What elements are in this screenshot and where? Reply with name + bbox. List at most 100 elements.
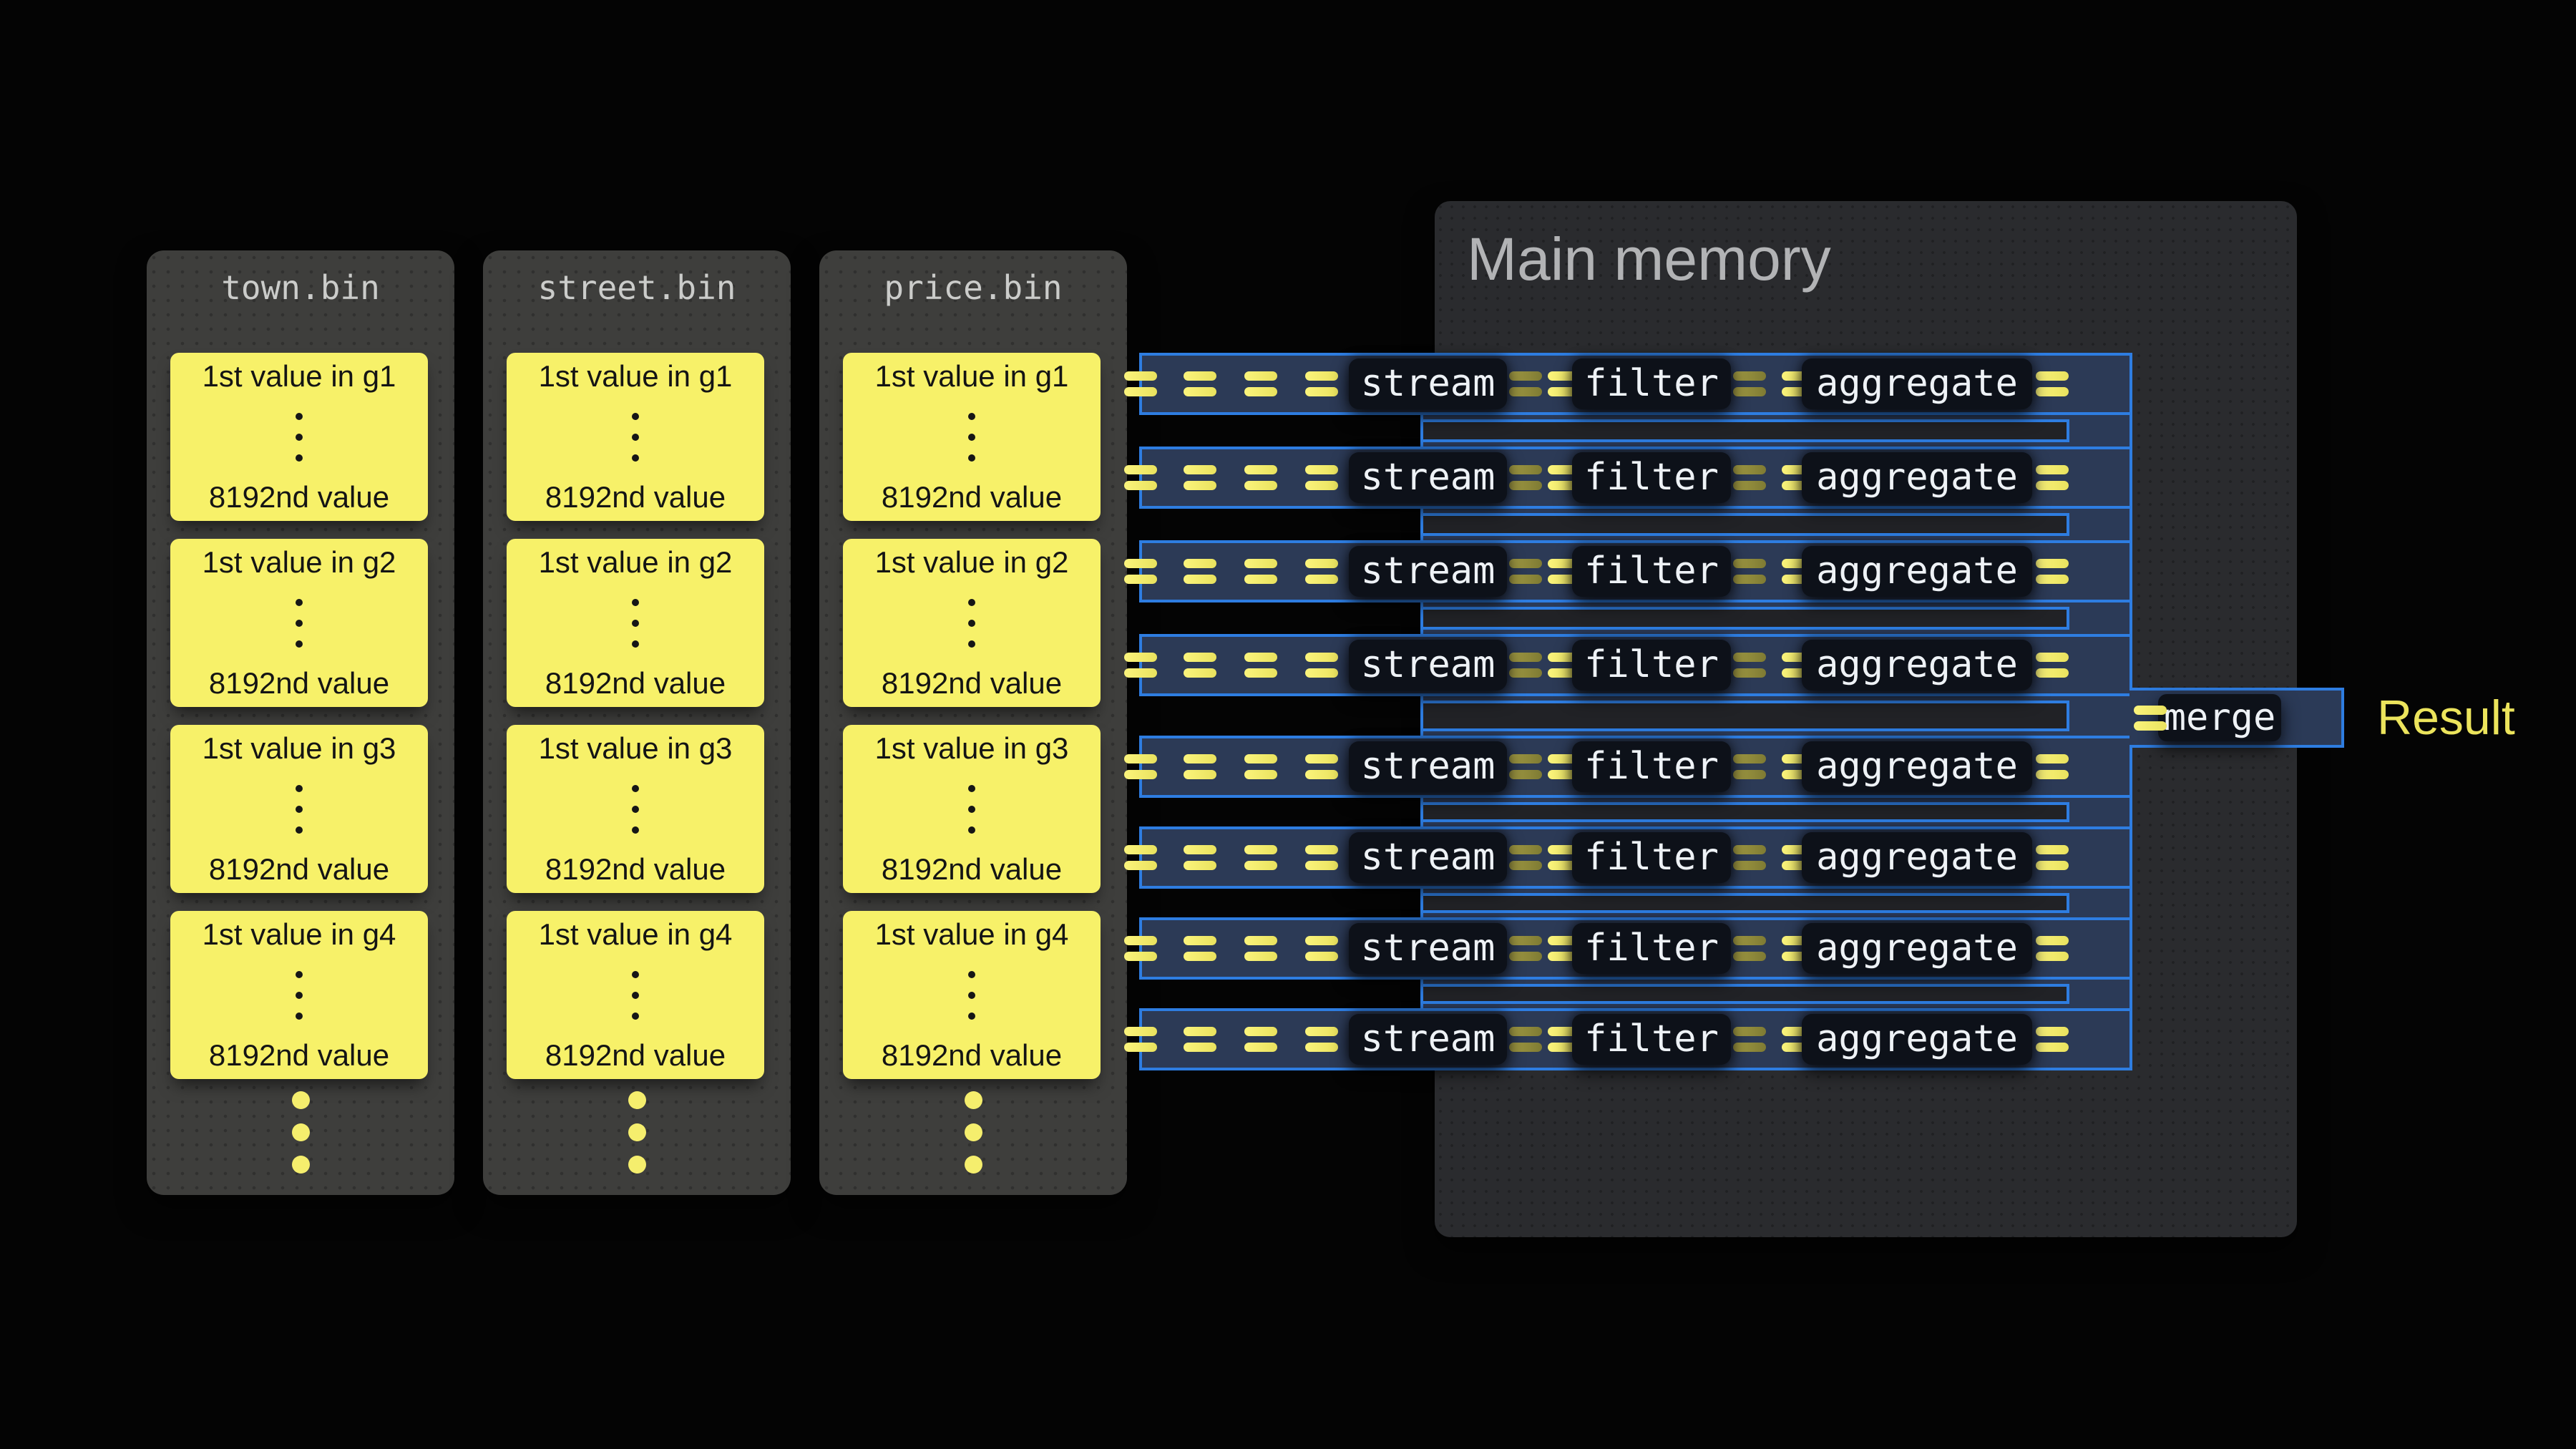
ellipsis-dots-icon — [968, 599, 975, 648]
equals-token-icon — [1184, 936, 1216, 961]
pipeline-band-4: streamfilteraggregate — [1139, 634, 2132, 696]
aggregate-chip: aggregate — [1802, 741, 2032, 792]
equals-token-icon — [1305, 845, 1338, 870]
file-panel-street-bin: street.bin1st value in g18192nd value1st… — [483, 250, 791, 1195]
stream-chip: stream — [1349, 640, 1507, 691]
equals-token-icon — [1733, 936, 1766, 961]
equals-token-icon — [1509, 1027, 1542, 1052]
equals-token-icon — [1124, 754, 1157, 779]
pipeline-band-7: streamfilteraggregate — [1139, 917, 2132, 980]
pipeline-band-6: streamfilteraggregate — [1139, 826, 2132, 889]
equals-token-icon — [2036, 845, 2069, 870]
equals-token-icon — [1184, 465, 1216, 490]
equals-token-icon — [1733, 653, 1766, 678]
equals-token-icon — [1509, 465, 1542, 490]
pipeline-gap-strip — [1420, 802, 2069, 822]
group-first-value: 1st value in g1 — [875, 360, 1069, 393]
equals-token-icon — [2036, 559, 2069, 584]
pipeline-band-2: streamfilteraggregate — [1139, 447, 2132, 509]
pipeline-gap-strip — [1420, 419, 2069, 442]
file-panel-price-bin: price.bin1st value in g18192nd value1st … — [819, 250, 1127, 1195]
group-first-value: 1st value in g1 — [539, 360, 733, 393]
file-name: town.bin — [147, 266, 454, 309]
equals-token-icon — [1244, 465, 1277, 490]
equals-token-icon — [1124, 845, 1157, 870]
equals-token-icon — [1305, 754, 1338, 779]
group-last-value: 8192nd value — [209, 667, 389, 700]
group-first-value: 1st value in g2 — [539, 546, 733, 579]
group-last-value: 8192nd value — [545, 1039, 726, 1072]
equals-token-icon — [1244, 653, 1277, 678]
diagram-canvas: Main memory stream filter aggregate stream f… — [0, 0, 2576, 1449]
equals-token-icon — [1509, 845, 1542, 870]
equals-token-icon — [2036, 936, 2069, 961]
equals-token-icon — [1733, 754, 1766, 779]
row-group-box: 1st value in g2 8192nd value — [170, 539, 428, 707]
equals-token-icon — [1305, 653, 1338, 678]
equals-token-icon — [1124, 1027, 1157, 1052]
stream-chip: stream — [1349, 741, 1507, 792]
filter-chip: filter — [1572, 640, 1731, 691]
equals-token-icon — [2036, 1027, 2069, 1052]
merge-band: merge — [2129, 688, 2344, 748]
stream-chip: stream — [1349, 546, 1507, 597]
filter-chip: filter — [1572, 1014, 1731, 1065]
group-last-value: 8192nd value — [209, 1039, 389, 1072]
equals-token-icon — [2036, 754, 2069, 779]
pipeline-gap-strip — [1420, 984, 2069, 1004]
row-group-box: 1st value in g28192nd value — [843, 539, 1101, 707]
equals-token-icon — [1509, 371, 1542, 396]
equals-token-icon — [1733, 371, 1766, 396]
filter-chip: filter — [1572, 546, 1731, 597]
file-panel-town-bin: town.bin1st value in g18192nd value1st v… — [147, 250, 454, 1195]
ellipsis-dots-icon — [968, 785, 975, 834]
group-first-value: 1st value in g4 — [203, 918, 396, 951]
group-first-value: 1st value in g3 — [875, 732, 1069, 765]
aggregate-chip: aggregate — [1802, 923, 2032, 974]
equals-token-icon — [1305, 465, 1338, 490]
equals-token-icon — [1124, 936, 1157, 961]
group-first-value: 1st value in g1 — [203, 360, 396, 393]
equals-token-icon — [1184, 653, 1216, 678]
equals-token-icon — [1244, 371, 1277, 396]
filter-chip: filter — [1572, 923, 1731, 974]
row-group-box: 1st value in g18192nd value — [507, 353, 764, 521]
file-name: street.bin — [483, 266, 791, 309]
filter-chip: filter — [1572, 832, 1731, 883]
row-group-box: 1st value in g18192nd value — [843, 353, 1101, 521]
equals-token-icon — [1733, 465, 1766, 490]
equals-token-icon — [1305, 936, 1338, 961]
group-first-value: 1st value in g2 — [203, 546, 396, 579]
group-first-value: 1st value in g3 — [203, 732, 396, 765]
equals-token-icon — [1184, 1027, 1216, 1052]
more-groups-dots-icon — [483, 1091, 791, 1174]
ellipsis-dots-icon — [296, 413, 303, 462]
equals-token-icon — [1244, 936, 1277, 961]
main-memory-title: Main memory — [1467, 227, 1831, 291]
row-group-box: 1st value in g48192nd value — [843, 911, 1101, 1079]
equals-token-icon — [2036, 465, 2069, 490]
stream-chip: stream — [1349, 832, 1507, 883]
filter-chip: filter — [1572, 741, 1731, 792]
equals-token-icon — [1509, 754, 1542, 779]
group-first-value: 1st value in g3 — [539, 732, 733, 765]
equals-token-icon — [1244, 754, 1277, 779]
pipeline-band-5: stream filter aggregate — [1139, 736, 2132, 798]
row-group-box: 1st value in g18192nd value — [170, 353, 428, 521]
equals-token-icon — [1305, 371, 1338, 396]
pipeline-gap-strip — [1420, 607, 2069, 630]
pipeline-band-1: streamfilteraggregate — [1139, 353, 2132, 415]
group-last-value: 8192nd value — [545, 667, 726, 700]
equals-token-icon — [1305, 1027, 1338, 1052]
equals-token-icon — [1244, 1027, 1277, 1052]
equals-token-icon — [1184, 371, 1216, 396]
pipeline-band-3: streamfilteraggregate — [1139, 540, 2132, 602]
pipeline-band-8: streamfilteraggregate — [1139, 1008, 2132, 1070]
stream-chip: stream — [1349, 1014, 1507, 1065]
equals-token-icon — [2134, 706, 2167, 731]
stream-chip: stream — [1349, 358, 1507, 409]
equals-token-icon — [1244, 559, 1277, 584]
ellipsis-dots-icon — [296, 599, 303, 648]
row-group-box: 1st value in g38192nd value — [170, 725, 428, 893]
equals-token-icon — [1509, 559, 1542, 584]
